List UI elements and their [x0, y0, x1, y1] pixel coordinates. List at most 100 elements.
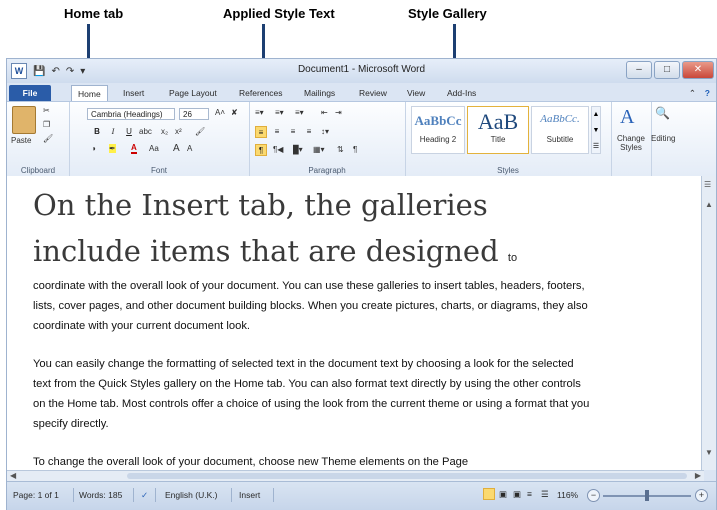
document-area[interactable]: On the Insert tab, the galleries include…	[7, 176, 704, 470]
word-count[interactable]: Words: 185	[79, 490, 122, 500]
paste-button[interactable]: Paste	[11, 136, 31, 145]
page-count[interactable]: Page: 1 of 1	[13, 490, 59, 500]
change-styles-area: A Change Styles	[611, 102, 652, 176]
language[interactable]: English (U.K.)	[165, 490, 217, 500]
change-styles-button[interactable]: Change Styles	[615, 134, 647, 152]
editing-button[interactable]: Editing	[651, 134, 675, 143]
style-heading-2-label: Heading 2	[419, 135, 457, 144]
status-divider	[273, 488, 274, 502]
zoom-slider-knob[interactable]	[645, 490, 649, 501]
scroll-down-icon[interactable]: ▼	[705, 448, 713, 457]
cut-icon[interactable]: ✂	[43, 106, 50, 115]
paragraph-1[interactable]: coordinate with the overall look of your…	[33, 276, 593, 336]
style-heading-2[interactable]: AaBbCc Heading 2	[411, 106, 465, 154]
change-case-icon[interactable]: 🖌	[195, 127, 205, 136]
tab-mailings[interactable]: Mailings	[298, 85, 341, 101]
change-case-aa-icon[interactable]: Aa	[149, 144, 159, 153]
bold-button[interactable]: B	[91, 126, 103, 138]
editing-icon[interactable]: 🔍	[655, 106, 670, 120]
zoom-level[interactable]: 116%	[557, 490, 578, 500]
font-name-select[interactable]: Cambria (Headings)	[87, 108, 175, 120]
clear-format-icon[interactable]: ✘	[231, 108, 238, 117]
styles-group-label: Styles	[497, 166, 519, 175]
maximize-button[interactable]: □	[654, 61, 680, 79]
font-size-select[interactable]: 26	[179, 108, 209, 120]
callout-home-tab: Home tab	[64, 6, 124, 21]
ltr-direction-button[interactable]: ¶	[255, 144, 267, 156]
tab-view[interactable]: View	[401, 85, 431, 101]
heading-line-2[interactable]: include items that are designed to	[33, 234, 517, 268]
italic-button[interactable]: I	[107, 126, 119, 138]
align-center-icon[interactable]: ≡	[271, 126, 283, 138]
align-left-button[interactable]: ≡	[255, 126, 267, 138]
styles-gallery-scroll[interactable]: ▲ ▼ ☰	[591, 106, 601, 154]
proofing-icon[interactable]: ✓	[141, 490, 148, 501]
ribbon-tabs: File Home Insert Page Layout References …	[7, 83, 716, 102]
justify-icon[interactable]: ≡	[303, 126, 315, 138]
line-spacing-icon[interactable]: ↕▾	[321, 127, 329, 136]
highlight-color-icon[interactable]: ✒	[109, 144, 116, 153]
numbering-icon[interactable]: ≡▾	[275, 108, 284, 117]
show-marks-icon[interactable]: ¶	[353, 145, 357, 154]
superscript-icon[interactable]: x²	[175, 127, 182, 136]
paragraph-3[interactable]: To change the overall look of your docum…	[33, 452, 593, 470]
status-bar: Page: 1 of 1 Words: 185 ✓ English (U.K.)…	[7, 481, 716, 510]
paste-icon[interactable]	[12, 106, 36, 134]
status-divider	[73, 488, 74, 502]
copy-icon[interactable]: ❐	[43, 120, 50, 129]
vertical-scrollbar[interactable]: ☰ ▲ ▼	[701, 176, 716, 470]
horizontal-scroll-thumb[interactable]	[127, 473, 687, 479]
style-title-sample: AaB	[477, 109, 519, 134]
increase-indent-icon[interactable]: ⇥	[335, 108, 342, 117]
ruler-toggle-icon[interactable]: ☰	[704, 180, 711, 189]
web-layout-icon[interactable]: ▣	[513, 489, 521, 500]
multilevel-list-icon[interactable]: ≡▾	[295, 108, 304, 117]
clipboard-group-label: Clipboard	[20, 166, 56, 175]
strikethrough-icon[interactable]: abc	[139, 127, 152, 136]
sort-icon[interactable]: ⇅	[337, 145, 344, 154]
font-color-icon[interactable]: A	[131, 143, 137, 154]
tab-references[interactable]: References	[233, 85, 288, 101]
scroll-left-icon[interactable]: ◀	[10, 471, 16, 480]
insert-mode[interactable]: Insert	[239, 490, 260, 500]
outline-icon[interactable]: ≡	[527, 489, 532, 499]
tab-insert[interactable]: Insert	[117, 85, 150, 101]
tab-page-layout[interactable]: Page Layout	[163, 85, 223, 101]
grow-font-button[interactable]: A	[173, 143, 180, 154]
style-subtitle[interactable]: AaBbCc. Subtitle	[531, 106, 589, 154]
shading-icon[interactable]: █▾	[293, 145, 303, 154]
underline-button[interactable]: U	[123, 126, 135, 138]
tab-file[interactable]: File	[9, 85, 51, 101]
subscript-icon[interactable]: x₂	[161, 127, 168, 136]
window-title: Document1 - Microsoft Word	[297, 64, 426, 75]
change-styles-icon[interactable]: A	[620, 106, 634, 129]
grow-font-icon[interactable]: A˄	[215, 108, 225, 117]
scroll-up-icon[interactable]: ▲	[705, 200, 713, 209]
format-painter-icon[interactable]: 🖌	[43, 134, 53, 143]
close-button[interactable]: ✕	[682, 61, 714, 79]
shrink-font-button[interactable]: A	[187, 144, 192, 153]
full-screen-reading-icon[interactable]: ▣	[499, 489, 507, 500]
borders-icon[interactable]: ▦▾	[313, 145, 325, 154]
print-layout-icon[interactable]	[483, 488, 495, 500]
draft-icon[interactable]: ☰	[541, 489, 549, 500]
rtl-direction-icon[interactable]: ¶◀	[273, 145, 283, 154]
style-title[interactable]: AaB Title	[467, 106, 529, 154]
align-right-icon[interactable]: ≡	[287, 126, 299, 138]
minimize-button[interactable]: –	[626, 61, 652, 79]
tab-add-ins[interactable]: Add-Ins	[441, 85, 482, 101]
tab-review[interactable]: Review	[353, 85, 393, 101]
status-divider	[133, 488, 134, 502]
zoom-in-button[interactable]: +	[695, 489, 708, 502]
zoom-out-button[interactable]: −	[587, 489, 600, 502]
font-group: Cambria (Headings) 26 A˄ ✘ B I U abc x₂ …	[69, 102, 250, 176]
text-effects-icon[interactable]: ◑	[91, 144, 96, 153]
tab-home[interactable]: Home	[71, 85, 108, 102]
help-icon[interactable]: ?	[699, 85, 716, 101]
heading-line-1[interactable]: On the Insert tab, the galleries	[33, 188, 488, 222]
bullets-icon[interactable]: ≡▾	[255, 108, 264, 117]
paragraph-2[interactable]: You can easily change the formatting of …	[33, 354, 593, 434]
scroll-right-icon[interactable]: ▶	[695, 471, 701, 480]
style-subtitle-label: Subtitle	[546, 135, 574, 144]
decrease-indent-icon[interactable]: ⇤	[321, 108, 328, 117]
